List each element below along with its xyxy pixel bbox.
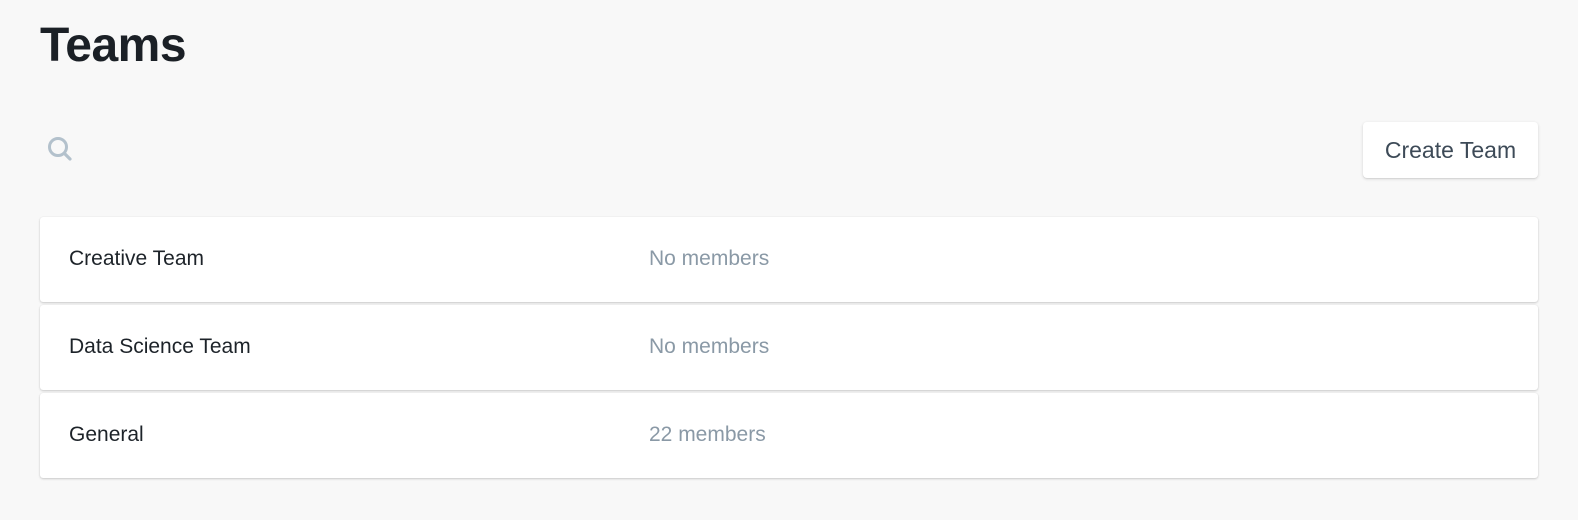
team-member-count: 22 members: [649, 423, 766, 446]
page-title: Teams: [40, 19, 187, 72]
team-row[interactable]: Data Science Team No members: [40, 305, 1538, 390]
create-team-button[interactable]: Create Team: [1363, 122, 1538, 178]
team-member-count: No members: [649, 335, 770, 358]
team-row[interactable]: General 22 members: [40, 393, 1538, 478]
team-member-count: No members: [649, 247, 770, 270]
team-list: Creative Team No members Data Science Te…: [40, 217, 1538, 481]
team-row[interactable]: Creative Team No members: [40, 217, 1538, 302]
team-name: General: [69, 423, 144, 446]
team-name: Data Science Team: [69, 335, 251, 358]
team-name: Creative Team: [69, 247, 205, 270]
teams-page: Teams Create Team Creative Team No membe…: [0, 0, 1578, 520]
search-icon[interactable]: [46, 135, 74, 163]
